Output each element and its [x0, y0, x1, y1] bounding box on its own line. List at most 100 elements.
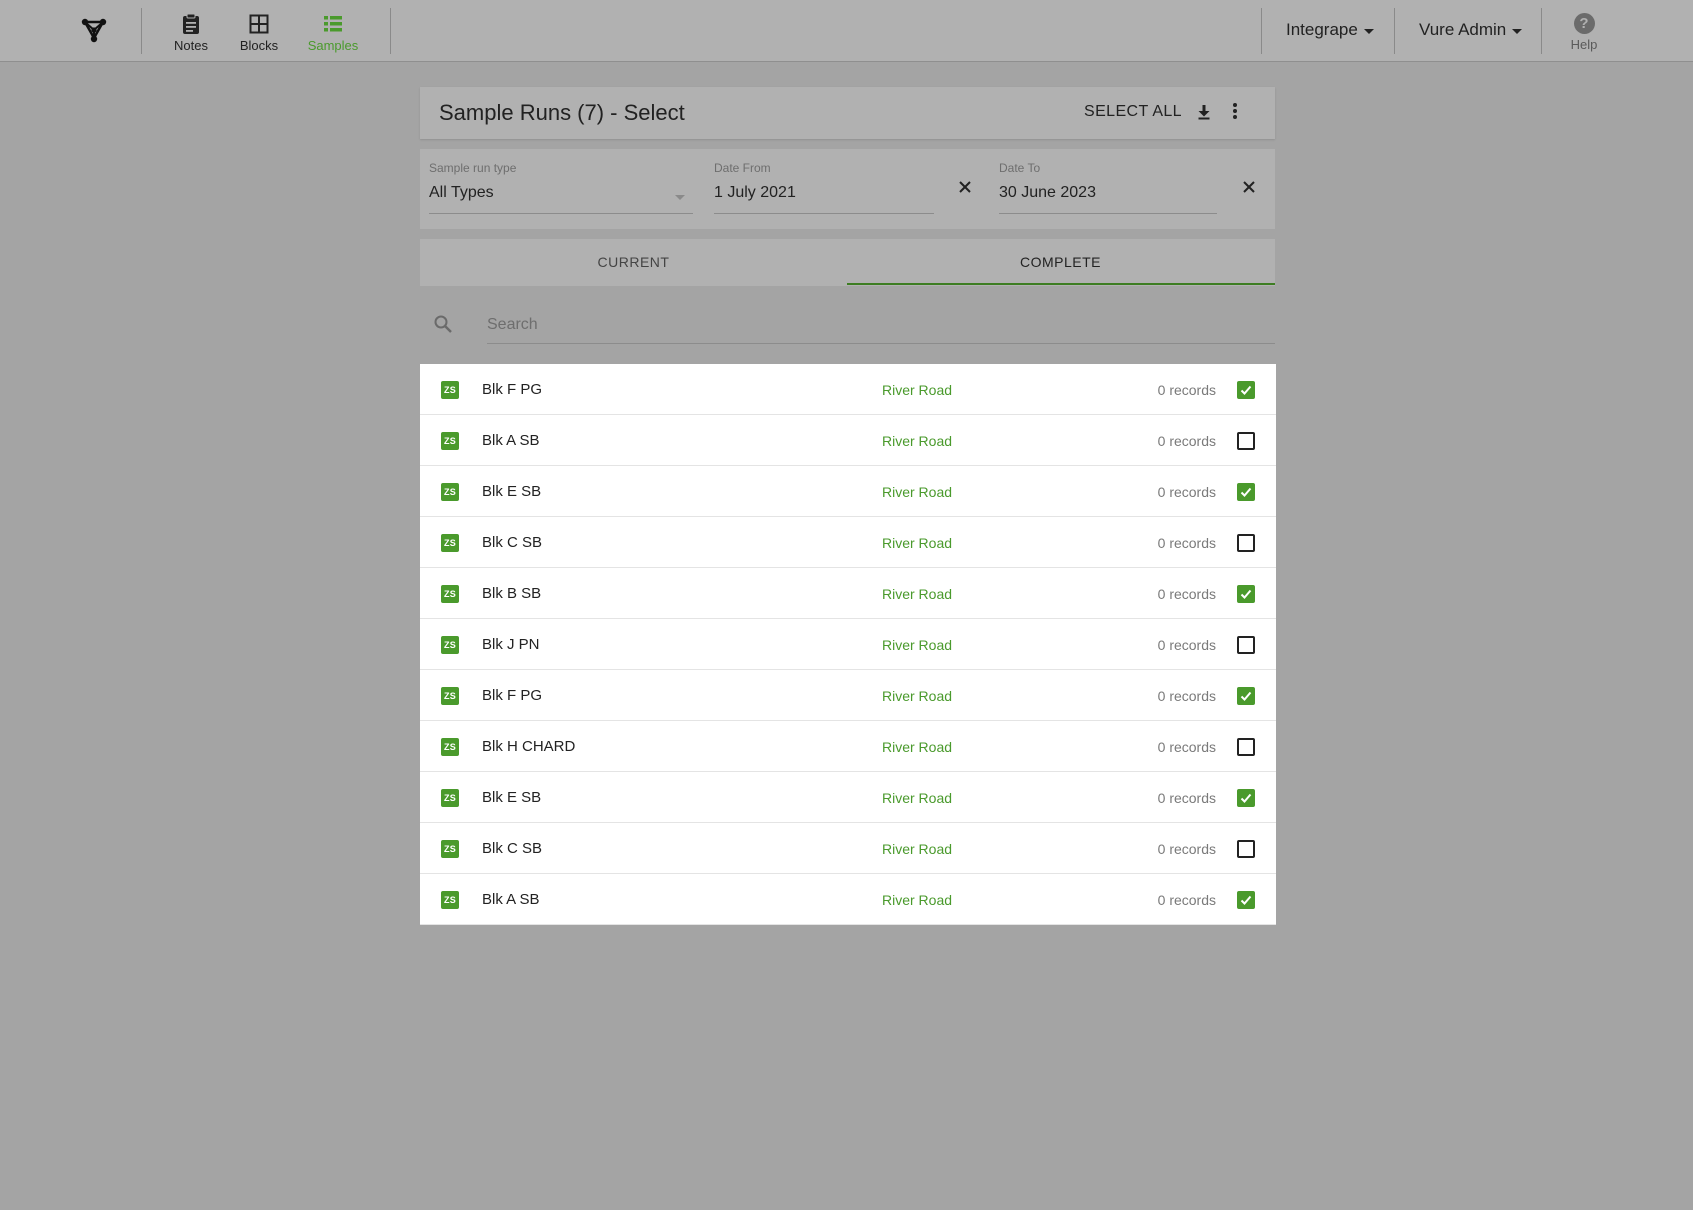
sample-run-location[interactable]: River Road	[882, 892, 952, 908]
select-checkbox[interactable]	[1237, 483, 1255, 501]
list-item[interactable]: ZS Blk A SB River Road 0 records	[420, 415, 1276, 466]
field-value: 1 July 2021	[714, 184, 796, 201]
sample-run-location[interactable]: River Road	[882, 382, 952, 398]
download-icon[interactable]	[1195, 103, 1213, 121]
select-checkbox[interactable]	[1237, 840, 1255, 858]
check-icon	[1240, 691, 1252, 701]
sample-run-location[interactable]: River Road	[882, 586, 952, 602]
date-to-field[interactable]: Date To 30 June 2023	[999, 155, 1217, 215]
sample-run-location[interactable]: River Road	[882, 535, 952, 551]
select-all-button[interactable]: SELECT ALL	[1084, 103, 1182, 121]
nav-item-samples[interactable]: Samples	[298, 13, 368, 55]
nav-divider	[1541, 8, 1542, 54]
grid-icon	[249, 14, 269, 34]
select-checkbox[interactable]	[1237, 534, 1255, 552]
nav-item-label: Notes	[174, 38, 208, 53]
zs-badge-icon: ZS	[441, 840, 459, 858]
tab-complete[interactable]: COMPLETE	[847, 239, 1274, 286]
zs-badge-icon: ZS	[441, 891, 459, 909]
field-label: Date From	[714, 161, 771, 175]
sample-run-location[interactable]: River Road	[882, 484, 952, 500]
list-item[interactable]: ZS Blk A SB River Road 0 records	[420, 874, 1276, 925]
nav-divider	[1394, 8, 1395, 54]
page-header: Sample Runs (7) - Select SELECT ALL	[420, 87, 1275, 139]
zs-badge-icon: ZS	[441, 534, 459, 552]
sample-run-location[interactable]: River Road	[882, 688, 952, 704]
nav-item-notes[interactable]: Notes	[156, 13, 226, 55]
top-bar: Notes Blocks Samples Integrape Vure Admi…	[0, 0, 1693, 62]
select-checkbox[interactable]	[1237, 738, 1255, 756]
list-item[interactable]: ZS Blk C SB River Road 0 records	[420, 823, 1276, 874]
list-item[interactable]: ZS Blk E SB River Road 0 records	[420, 772, 1276, 823]
page-title: Sample Runs (7) - Select	[439, 100, 685, 125]
tab-current[interactable]: CURRENT	[420, 239, 847, 286]
sample-run-location[interactable]: River Road	[882, 790, 952, 806]
list-icon	[324, 16, 342, 32]
check-icon	[1240, 385, 1252, 395]
date-from-field[interactable]: Date From 1 July 2021	[714, 155, 934, 215]
clear-date-to-icon[interactable]	[1240, 178, 1258, 196]
check-icon	[1240, 895, 1252, 905]
help-circle-icon: ?	[1573, 13, 1595, 34]
sample-run-name: Blk B SB	[482, 585, 542, 602]
sample-run-name: Blk J PN	[482, 636, 540, 653]
sample-run-name: Blk E SB	[482, 483, 542, 500]
nav-item-label: Samples	[307, 38, 359, 53]
zs-badge-icon: ZS	[441, 585, 459, 603]
sample-run-name: Blk C SB	[482, 840, 543, 857]
sample-run-name: Blk E SB	[482, 789, 542, 806]
check-icon	[1240, 487, 1252, 497]
more-options-icon[interactable]	[1232, 103, 1238, 121]
record-count: 0 records	[1157, 586, 1216, 602]
nav-item-blocks[interactable]: Blocks	[224, 13, 294, 55]
sample-run-location[interactable]: River Road	[882, 841, 952, 857]
list-item[interactable]: ZS Blk F PG River Road 0 records	[420, 364, 1276, 415]
user-menu-button[interactable]: Vure Admin	[1419, 20, 1523, 40]
nav-divider	[390, 8, 391, 54]
select-checkbox[interactable]	[1237, 381, 1255, 399]
select-checkbox[interactable]	[1237, 891, 1255, 909]
app-logo-icon[interactable]	[78, 14, 110, 46]
help-button[interactable]: ? Help	[1553, 13, 1615, 52]
dropdown-arrow-icon	[675, 195, 685, 200]
record-count: 0 records	[1157, 382, 1216, 398]
select-checkbox[interactable]	[1237, 789, 1255, 807]
field-label: Date To	[999, 161, 1041, 175]
caret-down-icon	[1363, 28, 1374, 34]
nav-divider	[141, 8, 142, 54]
active-tab-indicator	[847, 283, 1275, 285]
zs-badge-icon: ZS	[441, 483, 459, 501]
select-checkbox[interactable]	[1237, 687, 1255, 705]
zs-badge-icon: ZS	[441, 687, 459, 705]
select-checkbox[interactable]	[1237, 585, 1255, 603]
record-count: 0 records	[1157, 892, 1216, 908]
help-label: Help	[1570, 37, 1598, 52]
zs-badge-icon: ZS	[441, 636, 459, 654]
clear-date-from-icon[interactable]	[956, 178, 974, 196]
list-item[interactable]: ZS Blk C SB River Road 0 records	[420, 517, 1276, 568]
search-input[interactable]	[487, 306, 1275, 344]
org-menu-label: Integrape	[1286, 20, 1358, 39]
record-count: 0 records	[1157, 637, 1216, 653]
sample-run-location[interactable]: River Road	[882, 739, 952, 755]
sample-run-name: Blk H CHARD	[482, 738, 576, 755]
sample-run-type-select[interactable]: Sample run type All Types	[429, 155, 693, 215]
select-checkbox[interactable]	[1237, 636, 1255, 654]
sample-run-location[interactable]: River Road	[882, 637, 952, 653]
zs-badge-icon: ZS	[441, 381, 459, 399]
list-item[interactable]: ZS Blk H CHARD River Road 0 records	[420, 721, 1276, 772]
sample-run-location[interactable]: River Road	[882, 433, 952, 449]
sample-run-name: Blk A SB	[482, 891, 540, 908]
select-checkbox[interactable]	[1237, 432, 1255, 450]
record-count: 0 records	[1157, 790, 1216, 806]
list-item[interactable]: ZS Blk F PG River Road 0 records	[420, 670, 1276, 721]
caret-down-icon	[1512, 28, 1523, 34]
sample-run-name: Blk C SB	[482, 534, 543, 551]
sample-runs-list: ZS Blk F PG River Road 0 records ZS Blk …	[420, 364, 1276, 925]
record-count: 0 records	[1157, 739, 1216, 755]
nav-item-label: Blocks	[239, 38, 279, 53]
list-item[interactable]: ZS Blk B SB River Road 0 records	[420, 568, 1276, 619]
org-menu-button[interactable]: Integrape	[1286, 20, 1374, 40]
list-item[interactable]: ZS Blk E SB River Road 0 records	[420, 466, 1276, 517]
list-item[interactable]: ZS Blk J PN River Road 0 records	[420, 619, 1276, 670]
